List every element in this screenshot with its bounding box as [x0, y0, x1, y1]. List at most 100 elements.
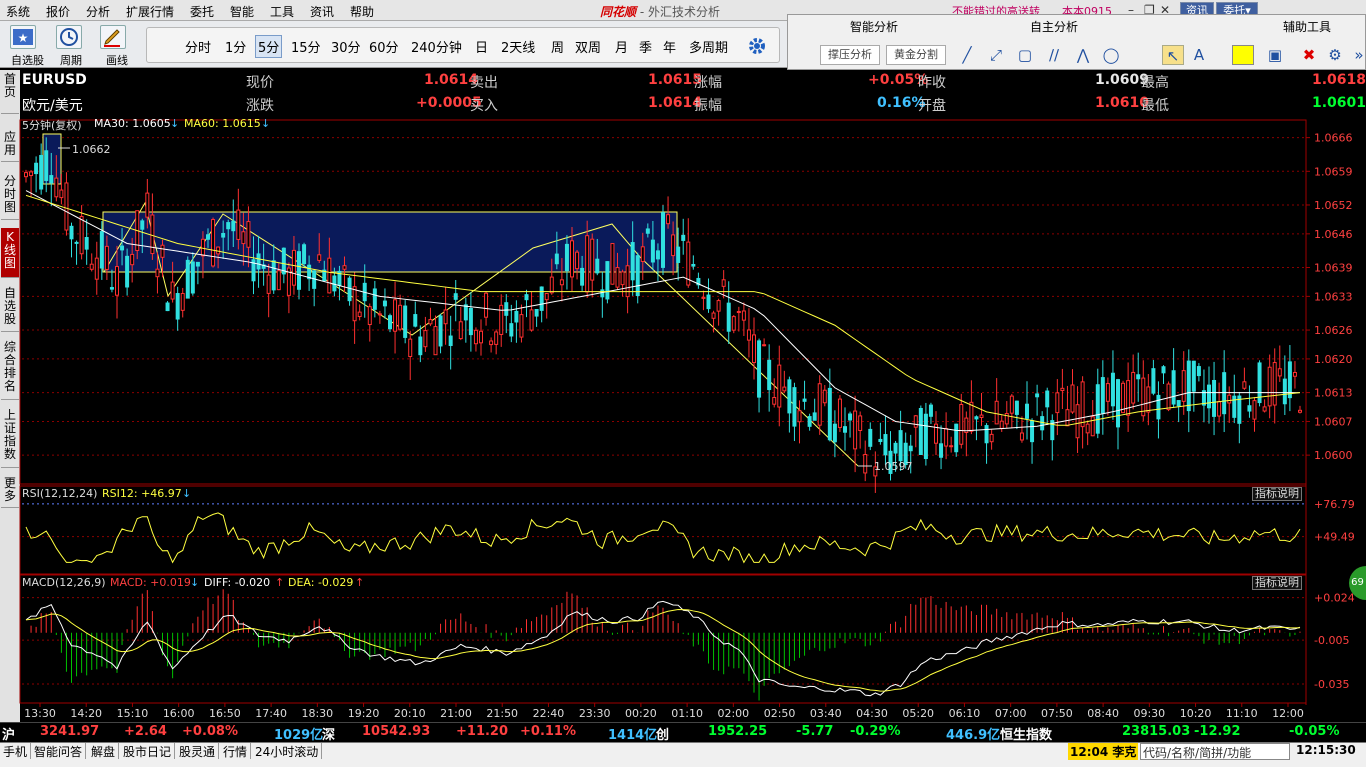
- macd-level-label: -0.005: [1314, 634, 1349, 647]
- period-month[interactable]: 月: [615, 37, 628, 56]
- candle-body: [216, 246, 221, 255]
- menu-extended-quotes[interactable]: 扩展行情: [126, 3, 174, 20]
- period-15min[interactable]: 15分: [291, 37, 321, 56]
- rsi-help-button[interactable]: 指标说明: [1252, 487, 1302, 501]
- bottom-diary[interactable]: 股市日记: [120, 743, 176, 759]
- period-day[interactable]: 日: [475, 37, 488, 56]
- candle-body: [388, 315, 392, 330]
- candle-body: [170, 281, 175, 300]
- ray-tool-icon[interactable]: ⤢: [985, 45, 1007, 65]
- rect-tool-icon[interactable]: ▢: [1014, 45, 1036, 65]
- search-input[interactable]: 代码/名称/简拼/功能: [1140, 743, 1290, 760]
- candle-body: [792, 387, 797, 427]
- menu-system[interactable]: 系统: [6, 3, 30, 20]
- bottom-mobile[interactable]: 手机: [0, 743, 32, 759]
- more-tool-icon[interactable]: »: [1348, 45, 1366, 65]
- settings-tool-icon[interactable]: ⚙: [1324, 45, 1346, 65]
- delete-tool-icon[interactable]: ✖: [1298, 45, 1320, 65]
- candle-body: [837, 398, 842, 428]
- menu-help[interactable]: 帮助: [350, 3, 374, 20]
- menu-tools[interactable]: 工具: [270, 3, 294, 20]
- side-badge[interactable]: 69: [1349, 566, 1366, 600]
- now-label: 现价: [246, 75, 274, 91]
- highlight-box: [102, 211, 678, 273]
- bookmark-tool-icon[interactable]: ▣: [1264, 45, 1286, 65]
- candle-body: [1212, 379, 1217, 417]
- period-2day[interactable]: 2天线: [501, 37, 535, 56]
- candle-body: [731, 316, 736, 331]
- candle-body: [554, 253, 559, 265]
- period-quarter[interactable]: 季: [639, 37, 652, 56]
- period-label[interactable]: 周期: [60, 52, 82, 68]
- wave-tool-icon[interactable]: ⋀: [1072, 45, 1094, 65]
- self-select-label[interactable]: 自选股: [11, 52, 44, 68]
- draw-label[interactable]: 画线: [106, 52, 128, 68]
- bottom-24h[interactable]: 24小时滚动: [252, 743, 323, 759]
- period-intraday[interactable]: 分时: [185, 37, 211, 56]
- side-tab-apps[interactable]: 应用: [1, 128, 19, 162]
- period-multi[interactable]: 多周期: [689, 37, 728, 56]
- news-ticker[interactable]: 12:04 李克: [1068, 743, 1139, 760]
- menu-quotes[interactable]: 报价: [46, 3, 70, 20]
- text-tool-icon[interactable]: A: [1188, 45, 1210, 65]
- candle-body: [984, 425, 989, 444]
- support-pressure-button[interactable]: 撑压分析: [820, 45, 880, 65]
- side-tab-self-select[interactable]: 自选股: [1, 284, 19, 332]
- self-select-star-icon[interactable]: ★: [10, 25, 36, 49]
- line-tool-icon[interactable]: ╱: [956, 45, 978, 65]
- period-clock-icon[interactable]: [56, 25, 82, 49]
- smart-analysis-header[interactable]: 智能分析: [850, 18, 898, 35]
- sh-amount: 1029亿: [274, 728, 324, 743]
- draw-pen-icon[interactable]: [100, 25, 126, 49]
- menu-news[interactable]: 资讯: [310, 3, 334, 20]
- candle-body: [1292, 371, 1297, 377]
- period-60min[interactable]: 60分: [369, 37, 399, 56]
- cy-pct: -0.29%: [850, 724, 901, 739]
- period-30min[interactable]: 30分: [331, 37, 361, 56]
- gear-icon[interactable]: [747, 36, 767, 56]
- side-tab-more[interactable]: 更多: [1, 474, 19, 508]
- menu-entrust[interactable]: 委托: [190, 3, 214, 20]
- golden-section-button[interactable]: 黄金分割: [886, 45, 946, 65]
- cursor-tool-icon[interactable]: ↖: [1162, 45, 1184, 65]
- candle-body: [160, 244, 165, 258]
- candle-body: [1065, 409, 1070, 427]
- side-tab-ranking[interactable]: 综合排名: [1, 338, 19, 400]
- x-tick-label: 20:10: [394, 707, 426, 720]
- period-biweek[interactable]: 双周: [575, 37, 601, 56]
- period-1min[interactable]: 1分: [225, 37, 246, 56]
- bottom-quotes[interactable]: 行情: [220, 743, 252, 759]
- self-analysis-header[interactable]: 自主分析: [1030, 18, 1078, 35]
- color-swatch-icon[interactable]: [1232, 45, 1254, 65]
- period-week[interactable]: 周: [551, 37, 564, 56]
- side-tab-intraday[interactable]: 分时图: [1, 172, 19, 220]
- bottom-analysis[interactable]: 解盘: [88, 743, 120, 759]
- candle-body: [494, 331, 499, 345]
- side-tab-home[interactable]: 首页: [1, 70, 19, 114]
- candle-body: [256, 253, 261, 270]
- change-pct-label: 涨幅: [694, 75, 722, 91]
- menu-smart[interactable]: 智能: [230, 3, 254, 20]
- candle-body: [615, 267, 620, 288]
- side-tab-sh-index[interactable]: 上证指数: [1, 406, 19, 468]
- candle-body: [428, 319, 433, 325]
- period-5min[interactable]: 5分: [255, 35, 283, 58]
- low-value: 1.0601: [1312, 95, 1366, 111]
- candle-body: [661, 212, 665, 268]
- bottom-stock-spirit[interactable]: 股灵通: [176, 743, 220, 759]
- bottom-smart-qa[interactable]: 智能问答: [31, 743, 87, 759]
- parallel-tool-icon[interactable]: ∕∕: [1043, 45, 1065, 65]
- macd-help-button[interactable]: 指标说明: [1252, 576, 1302, 590]
- x-tick-label: 09:30: [1133, 707, 1165, 720]
- period-240min[interactable]: 240分钟: [411, 37, 462, 56]
- panel-frame-0: [19, 119, 1307, 485]
- candle-body: [337, 270, 342, 286]
- menu-analysis[interactable]: 分析: [86, 3, 110, 20]
- wave-line-down: [639, 256, 859, 467]
- aux-tools-header[interactable]: 辅助工具: [1283, 18, 1331, 35]
- candle-body: [600, 289, 605, 298]
- period-year[interactable]: 年: [663, 37, 676, 56]
- side-tab-kline[interactable]: K线图: [1, 228, 19, 278]
- ellipse-tool-icon[interactable]: ◯: [1100, 45, 1122, 65]
- candle-body: [251, 259, 256, 282]
